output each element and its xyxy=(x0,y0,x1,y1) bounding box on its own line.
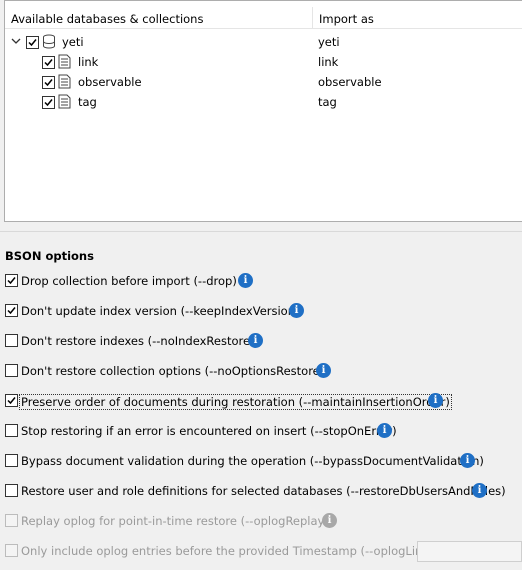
info-icon: i xyxy=(322,513,337,528)
collection-name: observable xyxy=(78,75,142,89)
option-label[interactable]: Don't restore collection options (--noOp… xyxy=(21,364,324,378)
option-checkbox[interactable] xyxy=(5,364,18,377)
option-checkbox[interactable] xyxy=(5,274,18,287)
tree-row-collection[interactable]: observable observable xyxy=(5,72,522,92)
info-icon[interactable]: i xyxy=(238,273,253,288)
option-label[interactable]: Stop restoring if an error is encountere… xyxy=(21,424,397,438)
collection-checkbox[interactable] xyxy=(42,76,55,89)
oplog-limit-timestamp-input xyxy=(417,541,522,562)
option-label: Only include oplog entries before the pr… xyxy=(21,544,439,558)
collection-import-as[interactable]: link xyxy=(318,55,338,69)
option-label[interactable]: Bypass document validation during the op… xyxy=(21,454,484,468)
info-icon[interactable]: i xyxy=(289,303,304,318)
database-checkbox[interactable] xyxy=(26,36,39,49)
collection-checkbox[interactable] xyxy=(42,96,55,109)
option-label: Replay oplog for point-in-time restore (… xyxy=(21,514,329,528)
option-checkbox[interactable] xyxy=(5,484,18,497)
collection-icon xyxy=(58,74,71,89)
option-label[interactable]: Don't update index version (--keepIndexV… xyxy=(21,304,300,318)
bson-options-title: BSON options xyxy=(5,249,94,263)
collection-checkbox[interactable] xyxy=(42,56,55,69)
option-label[interactable]: Preserve order of documents during resto… xyxy=(19,394,452,410)
section-divider xyxy=(0,231,522,232)
collection-icon xyxy=(58,54,71,69)
info-icon[interactable]: i xyxy=(316,363,331,378)
tree-row-collection[interactable]: tag tag xyxy=(5,92,522,112)
option-checkbox[interactable] xyxy=(5,424,18,437)
column-header-import-as[interactable]: Import as xyxy=(319,12,374,26)
info-icon[interactable]: i xyxy=(377,423,392,438)
collection-name: link xyxy=(78,55,99,69)
info-icon[interactable]: i xyxy=(428,393,443,408)
collection-icon xyxy=(58,94,71,109)
info-icon[interactable]: i xyxy=(248,333,263,348)
tree-row-database[interactable]: yeti yeti xyxy=(5,32,522,52)
chevron-down-icon[interactable] xyxy=(11,36,21,46)
option-label[interactable]: Restore user and role definitions for se… xyxy=(21,484,506,498)
option-label[interactable]: Drop collection before import (--drop) xyxy=(21,274,237,288)
option-checkbox xyxy=(5,514,18,527)
info-icon[interactable]: i xyxy=(472,483,487,498)
option-checkbox[interactable] xyxy=(5,454,18,467)
option-checkbox xyxy=(5,544,18,557)
collection-name: tag xyxy=(78,95,97,109)
column-header-available[interactable]: Available databases & collections xyxy=(11,12,203,26)
collection-import-as[interactable]: tag xyxy=(318,95,337,109)
info-icon[interactable]: i xyxy=(460,453,475,468)
database-icon xyxy=(43,34,55,49)
column-separator[interactable] xyxy=(312,7,313,29)
database-import-as[interactable]: yeti xyxy=(318,35,340,49)
database-name: yeti xyxy=(62,35,84,49)
option-label[interactable]: Don't restore indexes (--noIndexRestore) xyxy=(21,334,255,348)
collections-tree-panel: Available databases & collections Import… xyxy=(4,0,522,222)
option-checkbox[interactable] xyxy=(5,394,18,407)
tree-row-collection[interactable]: link link xyxy=(5,52,522,72)
option-checkbox[interactable] xyxy=(5,334,18,347)
collection-import-as[interactable]: observable xyxy=(318,75,382,89)
tree-header: Available databases & collections Import… xyxy=(5,7,522,29)
option-checkbox[interactable] xyxy=(5,304,18,317)
